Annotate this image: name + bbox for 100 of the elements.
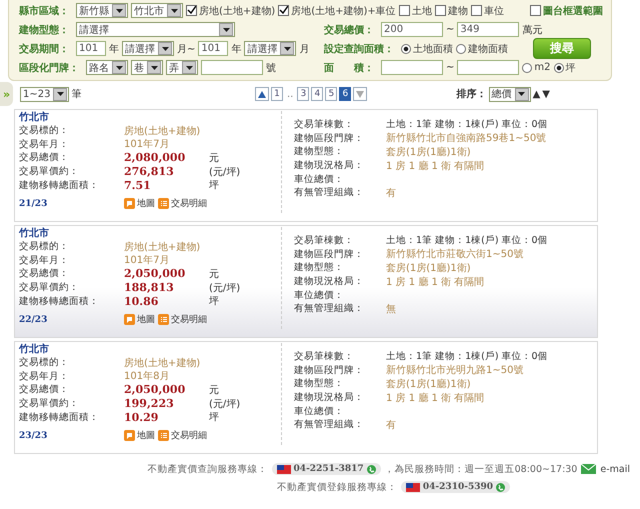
dropdown[interactable]: 新竹縣 (76, 3, 128, 18)
dropdown[interactable]: 路名 (86, 60, 128, 75)
field-value: 199,223 (124, 397, 175, 410)
action-link[interactable]: 地圖 (137, 197, 155, 210)
result-card[interactable] (14, 225, 598, 338)
action-link[interactable]: 地圖 (137, 313, 155, 326)
dropdown[interactable]: 弄 (166, 60, 198, 75)
field-label: 車位總價： (294, 288, 345, 302)
field-value: 房地(土地+建物) (124, 356, 202, 370)
dropdown[interactable]: 請選擇 (244, 41, 296, 56)
unit-label: 元 (209, 152, 219, 165)
field-label: 交易筆棟數： (294, 118, 355, 132)
up-triangle-icon (258, 90, 266, 98)
field-label: 車位總價： (294, 172, 345, 186)
action-link[interactable]: 地圖 (137, 429, 155, 442)
field-value: 101年8月 (124, 370, 170, 384)
page-link[interactable]: 3 (297, 87, 310, 101)
map-icon (124, 314, 135, 326)
previous-page-button[interactable] (255, 87, 269, 101)
field-label: 區段化門牌： (19, 62, 79, 74)
unit-label: 元 (209, 384, 219, 397)
field-label: 交易標的： (19, 356, 70, 370)
dropdown[interactable]: 請選擇 (122, 41, 174, 56)
action-link[interactable]: 交易明細 (171, 197, 207, 210)
checkbox[interactable] (398, 5, 410, 16)
record-index: 22/23 (19, 314, 48, 325)
field-label: 建物區段門牌： (294, 364, 365, 377)
field-label: 交易總價： (19, 151, 70, 164)
field-value: 2,050,000 (124, 267, 186, 280)
field-label: 交易總價： (19, 267, 70, 280)
field-label: 建物現況格局： (294, 391, 365, 404)
dropdown[interactable]: 請選擇 (76, 22, 235, 37)
radio-button[interactable] (522, 62, 532, 72)
field-value: 1 房 1 廳 1 衛 有隔間 (386, 276, 484, 289)
input-field[interactable] (381, 60, 443, 75)
field-label: 建物現況格局： (294, 159, 365, 172)
action-link[interactable]: 交易明細 (171, 313, 207, 326)
field-value: 房地(土地+建物) (124, 240, 202, 254)
caret-icon (150, 66, 158, 70)
field-label: 交易單價約： (19, 165, 80, 178)
action-link[interactable]: 交易明細 (171, 429, 207, 442)
radio-button[interactable] (401, 44, 411, 54)
dropdown[interactable]: 竹北市 (131, 3, 183, 18)
field-text: 年 (109, 42, 119, 56)
page-link[interactable]: 5 (325, 87, 338, 101)
caret-icon (116, 8, 122, 12)
input-field[interactable] (457, 60, 520, 75)
page-link[interactable]: 6 (339, 87, 352, 101)
page-link[interactable]: 4 (311, 87, 324, 101)
field-label: 車位總價： (294, 404, 345, 418)
radio-label: 建物面積 (468, 42, 508, 56)
field-label: 建物型態： (294, 145, 345, 158)
list-icon (158, 198, 169, 210)
dropdown[interactable]: 巷 (131, 60, 163, 75)
result-card[interactable] (14, 341, 598, 454)
list-icon (158, 314, 169, 326)
radio-button[interactable] (554, 62, 564, 72)
field-label: 交易年月： (19, 370, 70, 383)
flag-icon (406, 482, 420, 492)
checkbox-label: 圖台框選範圍 (543, 4, 603, 18)
page-link[interactable]: 1 (271, 87, 283, 101)
checkbox[interactable] (530, 5, 541, 16)
checkbox-label: 土地 (412, 4, 432, 18)
caret-icon (518, 92, 526, 96)
field-label: 交易年月： (19, 138, 70, 151)
field-value: 土地：1筆 建物：1棟(戶) 車位：0個 (386, 350, 548, 364)
page-size-dropdown[interactable]: 1~23 (20, 86, 70, 102)
unit-label: (元/坪) (209, 166, 240, 179)
field-value: 新竹縣竹北市莊敬六街1~50號 (386, 248, 524, 262)
radio-button[interactable] (456, 44, 466, 54)
checkbox[interactable] (186, 5, 197, 16)
checkbox[interactable] (434, 5, 446, 16)
field-label: 建物移轉總面積： (19, 294, 100, 308)
result-card[interactable] (14, 109, 598, 222)
sort-dropdown[interactable]: 總價 (488, 86, 531, 102)
record-index: 23/23 (19, 430, 48, 441)
email-link[interactable]: e-mail (600, 464, 630, 474)
field-label: 有無管理組織： (294, 302, 365, 316)
field-value: 276,813 (124, 165, 175, 178)
field-value: 有 (386, 418, 396, 432)
checkbox[interactable] (278, 5, 290, 16)
field-value: 10.29 (124, 410, 160, 424)
sort-ascending-button[interactable]: ▲ (532, 88, 540, 100)
input-field[interactable] (201, 60, 263, 75)
checkbox[interactable] (470, 5, 482, 16)
field-value: 土地：1筆 建物：1棟(戶) 車位：0個 (386, 118, 548, 132)
field-text: ~ (446, 62, 454, 73)
input-field[interactable]: 101 (198, 41, 228, 56)
field-text: 萬元 (522, 24, 542, 36)
phone-icon (496, 482, 505, 492)
map-icon (124, 198, 135, 210)
field-value: 1 房 1 廳 1 衛 有隔間 (386, 392, 484, 405)
input-field[interactable]: 101 (76, 41, 106, 56)
unit-label: 坪 (209, 411, 219, 424)
input-field[interactable]: 200 (381, 22, 443, 37)
sort-descending-button[interactable]: ▼ (542, 88, 550, 100)
input-field[interactable]: 349 (457, 22, 520, 37)
field-value: 套房(1房(1廳)1衛) (386, 262, 471, 275)
field-label: 建物型態： (294, 377, 345, 390)
record-index: 21/23 (19, 198, 48, 209)
